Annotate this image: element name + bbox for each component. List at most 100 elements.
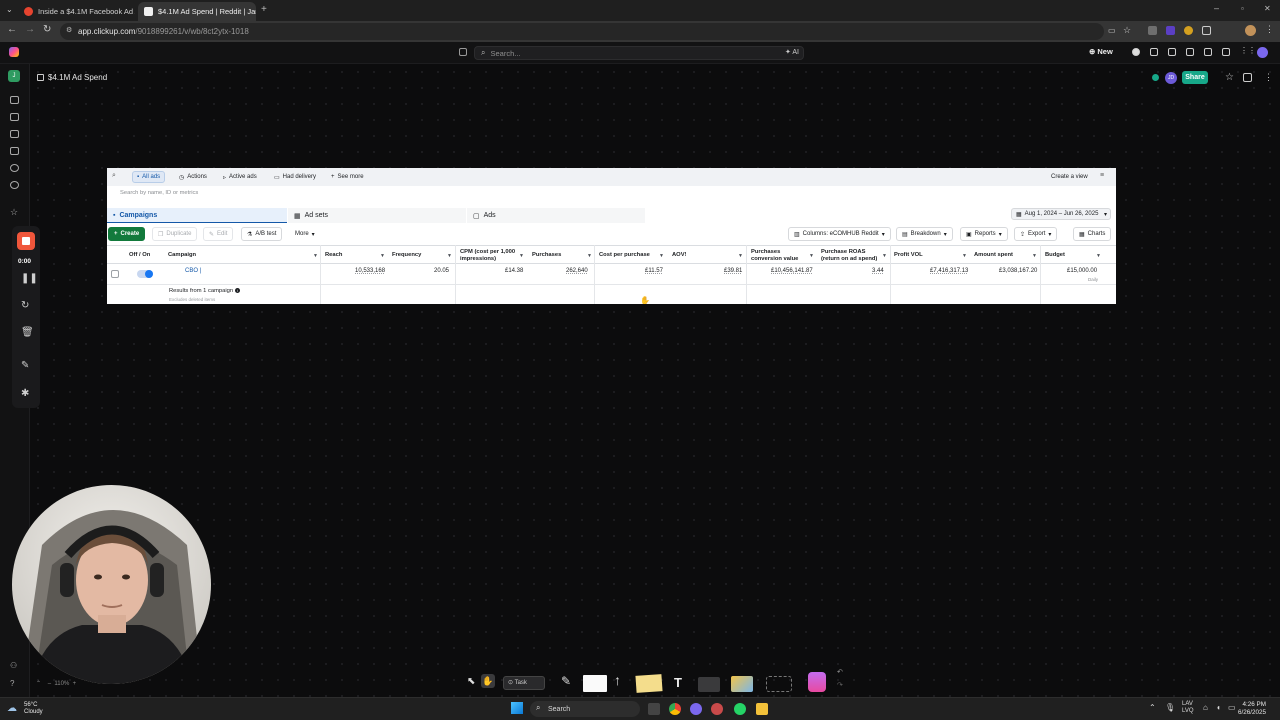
whiteboard-icon[interactable] — [1222, 48, 1230, 56]
microphone-icon[interactable]: 🎙 — [1165, 703, 1175, 712]
apps-grid-icon[interactable]: ⋮⋮ — [1240, 46, 1256, 55]
mindmap-tool-icon[interactable] — [766, 676, 792, 692]
zoom-in-icon[interactable]: + — [73, 681, 77, 687]
sort-caret-icon[interactable]: ▼ — [809, 253, 814, 259]
filter-actions[interactable]: ◷ Actions — [175, 171, 211, 183]
app-icon[interactable] — [690, 703, 702, 715]
sort-caret-icon[interactable]: ▼ — [738, 253, 743, 259]
site-info-icon[interactable]: ⚙ — [66, 26, 72, 34]
forward-icon[interactable]: → — [25, 24, 35, 35]
create-view-button[interactable]: Create a view — [1047, 171, 1092, 183]
filter-active-ads[interactable]: ▹ Active ads — [219, 171, 261, 183]
window-close-icon[interactable]: ✕ — [1264, 4, 1271, 13]
taskbar-search[interactable]: ⌕ Search — [530, 701, 640, 717]
create-campaign-button[interactable]: + Create — [108, 227, 146, 241]
back-icon[interactable]: ← — [7, 24, 17, 35]
duplicate-button[interactable]: ❐ Duplicate — [152, 227, 198, 241]
clip-icon[interactable] — [1186, 48, 1194, 56]
frame-tool-icon[interactable] — [698, 677, 720, 692]
new-tab-icon[interactable]: + — [261, 4, 267, 15]
filter-had-delivery[interactable]: ▭ Had delivery — [270, 171, 320, 183]
column-header-roas[interactable]: Purchase ROAS (return on ad spend) — [821, 249, 877, 263]
connector-tool-icon[interactable]: ↑ — [614, 672, 621, 688]
ads-search-input[interactable]: Search by name, ID or metrics — [120, 190, 198, 196]
battery-icon[interactable]: ▭ — [1228, 703, 1236, 712]
info-icon[interactable]: i — [234, 288, 240, 293]
charts-button[interactable]: ▦ Charts — [1073, 227, 1112, 241]
tab-search-icon[interactable]: ⌄ — [6, 5, 13, 14]
volume-icon[interactable]: ◖ — [1216, 703, 1221, 712]
reload-icon[interactable]: ↻ — [43, 24, 51, 35]
goals-icon[interactable] — [10, 164, 19, 172]
network-icon[interactable]: ⌂ — [1203, 703, 1208, 712]
columns-button[interactable]: ▥ Columns: eCOMHUB Reddit ▾ — [788, 227, 891, 241]
webcam-bubble[interactable] — [12, 485, 211, 684]
bookmark-star-icon[interactable]: ☆ — [1123, 25, 1131, 36]
column-header-budget[interactable]: Budget — [1045, 252, 1065, 259]
sort-caret-icon[interactable]: ▼ — [519, 253, 524, 259]
row-checkbox[interactable] — [111, 270, 119, 278]
docs-icon[interactable] — [10, 130, 19, 138]
restart-icon[interactable]: ↻ — [21, 300, 29, 311]
column-header-profit[interactable]: Profit VOL — [894, 252, 923, 259]
dashboards-icon[interactable] — [10, 147, 19, 155]
collaborator-avatar[interactable]: JD — [1165, 72, 1177, 84]
effects-icon[interactable]: ✱ — [21, 388, 29, 399]
workspace-icon[interactable]: J — [8, 70, 20, 82]
shape-tool-icon[interactable] — [583, 675, 607, 692]
redo-icon[interactable]: ↷ — [837, 681, 843, 689]
tray-chevron-icon[interactable]: ⌃ — [1149, 703, 1156, 712]
stop-recording-button[interactable] — [17, 232, 35, 250]
extension-icon[interactable] — [1184, 26, 1193, 35]
sort-caret-icon[interactable]: ▼ — [1096, 253, 1101, 259]
home-icon[interactable] — [10, 96, 19, 104]
whatsapp-icon[interactable] — [734, 703, 746, 715]
column-header-cost-per-purchase[interactable]: Cost per purchase — [599, 252, 650, 259]
sort-caret-icon[interactable]: ▼ — [313, 253, 318, 259]
column-header-frequency[interactable]: Frequency — [392, 252, 421, 259]
sort-caret-icon[interactable]: ▼ — [447, 253, 452, 259]
reports-button[interactable]: ▣ Reports ▾ — [960, 227, 1008, 241]
annotate-pen-icon[interactable]: ✎ — [21, 360, 29, 371]
browser-menu-icon[interactable]: ⋮ — [1265, 24, 1274, 35]
minimize-icon[interactable]: – — [1214, 3, 1219, 13]
breakdown-button[interactable]: ▤ Breakdown ▾ — [896, 227, 953, 241]
docs-icon[interactable] — [1204, 48, 1212, 56]
filter-all-ads[interactable]: ▪ All ads — [132, 171, 166, 183]
campaign-name-link[interactable]: CBO | — [185, 268, 201, 274]
sort-caret-icon[interactable]: ▼ — [1032, 253, 1037, 259]
whiteboard-title[interactable]: $4.1M Ad Spend — [37, 73, 107, 82]
weather-widget[interactable]: 56°C Cloudy — [24, 702, 43, 716]
hand-tool-icon[interactable]: ✋ — [481, 674, 495, 688]
extension-icon[interactable] — [1148, 26, 1157, 35]
zoom-out-icon[interactable]: – — [48, 681, 51, 687]
file-explorer-icon[interactable] — [756, 703, 768, 715]
check-icon[interactable] — [1132, 48, 1140, 56]
user-avatar[interactable] — [1257, 47, 1268, 58]
video-icon[interactable] — [1168, 48, 1176, 56]
calendar-icon[interactable] — [459, 48, 467, 56]
global-search-input[interactable]: ⌕ Search... ✦ AI — [474, 46, 804, 60]
ads-manager-screenshot[interactable]: ⌕ ▪ All ads ◷ Actions ▹ Active ads ▭ Had del… — [107, 168, 1116, 304]
edit-button[interactable]: ✎ Edit — [203, 227, 234, 241]
maximize-icon[interactable]: ▫ — [1241, 4, 1244, 13]
sort-caret-icon[interactable]: ▼ — [962, 253, 967, 259]
column-header-amount-spent[interactable]: Amount spent — [974, 252, 1013, 259]
notes-icon[interactable] — [1150, 48, 1158, 56]
more-options-icon[interactable]: ⋮ — [1264, 72, 1273, 83]
taskbar-clock[interactable]: 4:26 PM 6/26/2025 — [1238, 701, 1266, 717]
campaign-on-off-toggle[interactable] — [137, 270, 153, 278]
undo-icon[interactable]: ↶ — [837, 668, 843, 676]
start-icon[interactable] — [511, 702, 523, 714]
invite-user-icon[interactable]: ⚇ — [10, 661, 17, 670]
sticky-note-tool-icon[interactable] — [635, 674, 663, 693]
sort-caret-icon[interactable]: ▼ — [882, 253, 887, 259]
browser-tab-clickup[interactable]: $4.1M Ad Spend | Reddit | Janie ✕ — [138, 2, 256, 21]
column-header-reach[interactable]: Reach — [325, 252, 342, 259]
column-header-aov[interactable]: AOV! — [672, 252, 687, 259]
task-tool[interactable]: ⊙ Task — [503, 676, 545, 690]
fit-icon[interactable]: ⌃ — [36, 681, 41, 687]
help-icon[interactable]: ? — [10, 679, 14, 688]
ads-search-icon[interactable]: ⌕ — [112, 172, 116, 180]
date-range-picker[interactable]: ▦ Aug 1, 2024 – Jun 26, 2025 ▾ — [1011, 208, 1111, 220]
